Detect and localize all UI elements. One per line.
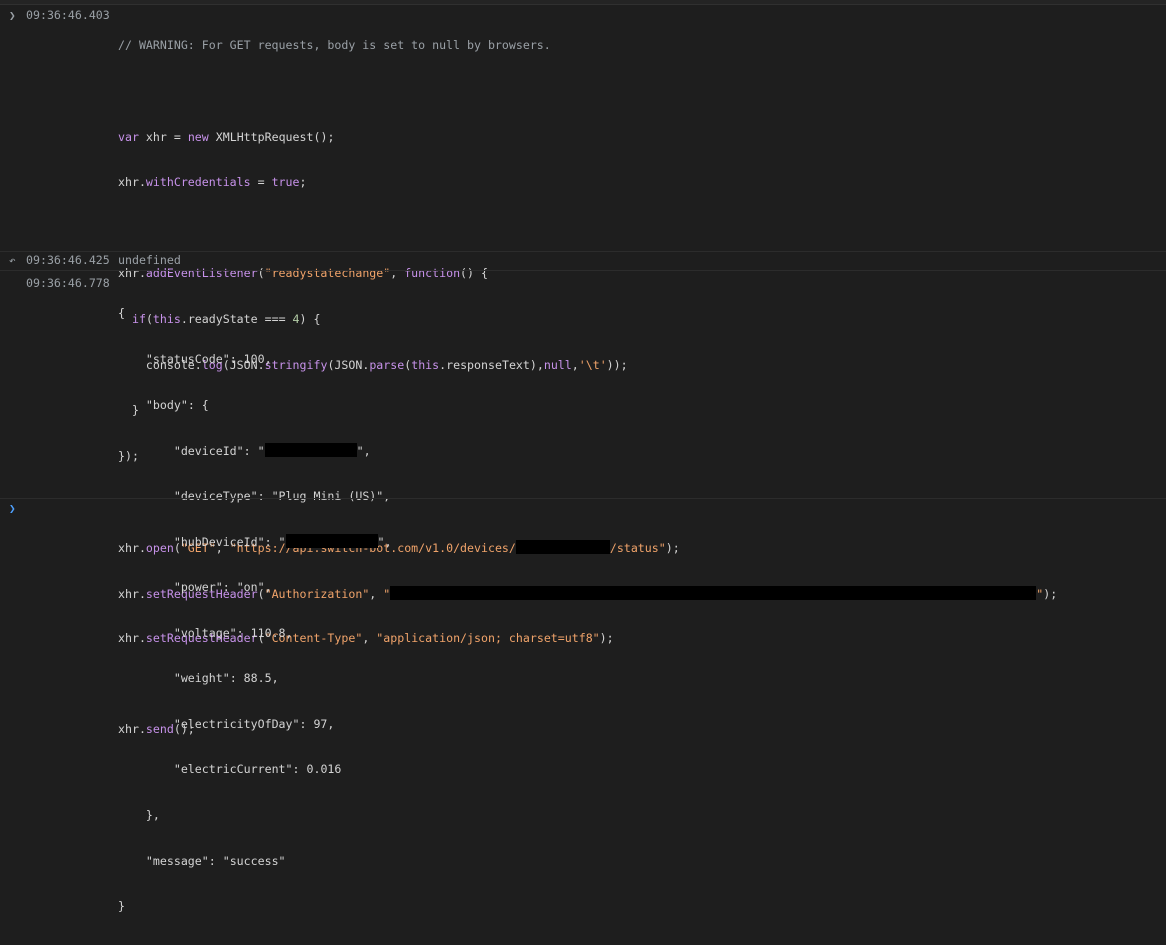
json-line: "voltage": 110.8, — [173, 625, 293, 640]
json-line: }, — [145, 807, 160, 822]
timestamp: 09:36:46.403 — [26, 8, 110, 22]
chevron-right-icon: ❯ — [9, 9, 16, 22]
console-top-border — [0, 0, 1166, 5]
return-value: undefined — [118, 253, 181, 267]
json-line: "body": { — [145, 397, 209, 412]
entry-divider — [0, 498, 1166, 499]
json-line: "message": "success" — [145, 853, 286, 868]
json-line: "deviceId": " ", — [173, 443, 371, 459]
json-output: { "statusCode": 100, "body": { "deviceId… — [118, 306, 392, 914]
json-line: "electricCurrent": 0.016 — [173, 762, 342, 777]
json-line: "hubDeviceId": " ", — [173, 534, 392, 550]
json-line: "electricityOfDay": 97, — [173, 716, 335, 731]
json-line: "statusCode": 100, — [145, 352, 272, 366]
code-line: var xhr = new XMLHttpRequest(); — [118, 129, 335, 144]
redacted-hub-id — [285, 534, 378, 549]
json-line: "weight": 88.5, — [173, 671, 279, 686]
comment-line: // WARNING: For GET requests, body is se… — [118, 38, 551, 53]
redacted-device-id — [264, 443, 357, 458]
json-line: "power": "on", — [173, 579, 272, 594]
timestamp: 09:36:46.425 — [26, 253, 110, 267]
timestamp: 09:36:46.778 — [26, 276, 110, 290]
arrow-left-icon: ↶ — [9, 254, 16, 267]
entry-divider — [0, 251, 1166, 252]
json-line: "deviceType": "Plug Mini (US)", — [173, 488, 391, 503]
code-line: xhr.withCredentials = true; — [118, 175, 307, 190]
redacted-token — [390, 585, 1037, 600]
entry-divider — [0, 270, 1166, 271]
console-prompt-chevron-icon[interactable]: ❯ — [9, 501, 16, 516]
redacted-device-id — [515, 539, 610, 554]
